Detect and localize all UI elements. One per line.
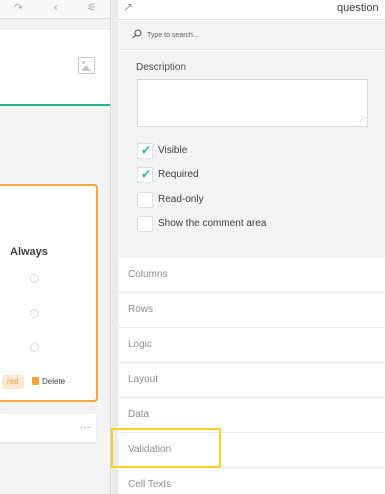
- category-label: Logic: [128, 339, 152, 350]
- matrix-radio[interactable]: [30, 274, 39, 283]
- design-canvas: ↷ ‹ ⚟ Always red Delete ...: [0, 0, 111, 494]
- comment-label: Show the comment area: [158, 218, 267, 229]
- property-grid-panel: ↗ question Description ⟋ ✓ Visible ✓ Req…: [119, 0, 385, 494]
- readonly-label: Read-only: [158, 194, 204, 205]
- required-label: Required: [158, 169, 199, 180]
- scrollbar-thumb[interactable]: [112, 0, 118, 494]
- validation-highlight-box: [111, 428, 221, 468]
- matrix-column-header: Always: [10, 246, 48, 258]
- matrix-radio[interactable]: [30, 309, 39, 318]
- required-checkbox[interactable]: ✓: [137, 167, 153, 183]
- trash-icon: [32, 377, 39, 385]
- search-input[interactable]: [147, 26, 377, 44]
- expand-arrow-icon[interactable]: ↗: [123, 0, 133, 14]
- category-label: Rows: [128, 304, 154, 315]
- more-options-icon[interactable]: ...: [80, 420, 91, 431]
- required-toggle-button[interactable]: red: [2, 375, 24, 389]
- property-grid-header: ↗ question: [119, 0, 385, 20]
- redo-icon[interactable]: ↷: [14, 1, 23, 15]
- image-placeholder-icon[interactable]: [78, 57, 95, 74]
- comment-checkbox[interactable]: [137, 216, 153, 232]
- add-question-bar[interactable]: ...: [0, 414, 96, 442]
- matrix-radio[interactable]: [30, 343, 39, 352]
- panel-title: question: [337, 2, 379, 14]
- matrix-question-card[interactable]: Always red Delete: [0, 184, 98, 402]
- description-label: Description: [136, 62, 187, 73]
- settings-sliders-icon[interactable]: ⚟: [87, 1, 97, 15]
- category-layout[interactable]: Layout: [119, 363, 385, 398]
- delete-label: Delete: [42, 377, 66, 386]
- category-cell-texts[interactable]: Cell Texts: [119, 468, 385, 494]
- category-columns[interactable]: Columns: [119, 258, 385, 293]
- category-label: Cell Texts: [128, 479, 172, 490]
- category-rows[interactable]: Rows: [119, 293, 385, 328]
- canvas-toolbar: ↷ ‹ ⚟: [0, 0, 110, 19]
- category-label: Layout: [128, 374, 159, 385]
- category-logic[interactable]: Logic: [119, 328, 385, 363]
- question-card-previous[interactable]: [0, 30, 110, 106]
- visible-label: Visible: [158, 145, 188, 156]
- panel-splitter[interactable]: [111, 0, 119, 494]
- readonly-checkbox[interactable]: [137, 192, 153, 208]
- delete-button[interactable]: Delete: [32, 375, 65, 389]
- visible-checkbox[interactable]: ✓: [137, 143, 153, 159]
- description-textarea[interactable]: ⟋: [137, 79, 368, 127]
- search-icon: [132, 29, 142, 39]
- back-icon[interactable]: ‹: [54, 1, 58, 15]
- resize-grip-icon[interactable]: ⟋: [359, 115, 365, 125]
- category-label: Data: [128, 409, 150, 420]
- checkmark-icon: ✓: [141, 143, 152, 157]
- category-label: Columns: [128, 269, 168, 280]
- checkmark-icon: ✓: [141, 167, 152, 181]
- general-properties-section: Description ⟋ ✓ Visible ✓ Required Read-…: [119, 51, 385, 260]
- search-bar: [119, 21, 385, 50]
